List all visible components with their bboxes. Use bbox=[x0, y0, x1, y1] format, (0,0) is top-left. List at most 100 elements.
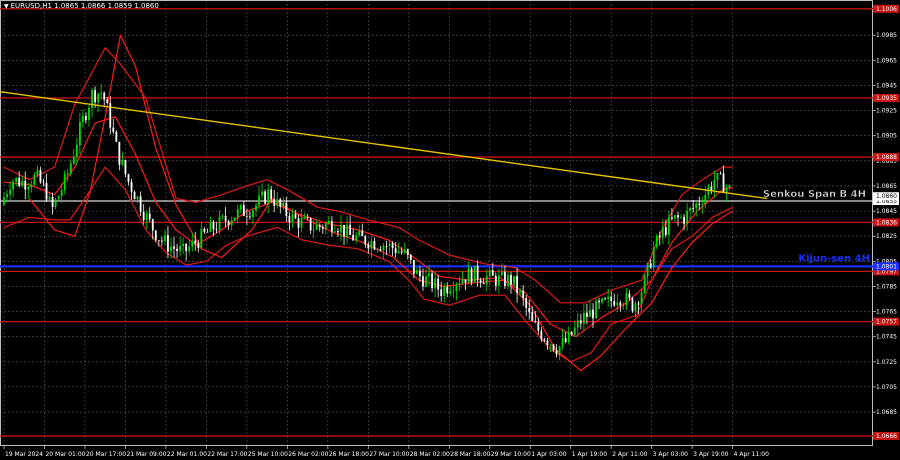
collapse-triangle-icon[interactable]: ▼ bbox=[4, 3, 9, 10]
candle-body bbox=[206, 231, 209, 233]
candle-body bbox=[497, 275, 500, 286]
candle-body bbox=[674, 215, 676, 219]
candle-body bbox=[479, 280, 482, 283]
candle-body bbox=[719, 173, 722, 174]
candle-body bbox=[276, 199, 279, 206]
candle-body bbox=[115, 131, 118, 142]
candle-body bbox=[30, 184, 33, 188]
candle-body bbox=[589, 309, 591, 317]
candle-body bbox=[655, 235, 658, 248]
candle-body bbox=[595, 300, 597, 319]
candle-body bbox=[546, 340, 549, 346]
candle-body bbox=[45, 182, 48, 200]
candle-body bbox=[625, 293, 628, 306]
candle-body bbox=[136, 196, 139, 200]
candle-body bbox=[422, 276, 424, 287]
candle-body bbox=[704, 194, 707, 205]
candle-body bbox=[440, 289, 443, 297]
time-axis[interactable] bbox=[0, 446, 873, 460]
candle-body bbox=[88, 107, 90, 120]
candle-body bbox=[48, 196, 51, 200]
candle-body bbox=[224, 215, 227, 222]
candle-body bbox=[367, 244, 370, 249]
candle-body bbox=[661, 227, 664, 238]
candle-body bbox=[652, 247, 655, 268]
candle-body bbox=[516, 276, 518, 293]
kijun-label: Kijun-sen 4H bbox=[798, 253, 870, 264]
candle-body bbox=[576, 320, 579, 328]
candle-body bbox=[185, 243, 188, 252]
candle-body bbox=[692, 207, 695, 209]
price-chart[interactable]: Senkou Span B 4HKijun-sen 4H1.09851.0965… bbox=[0, 0, 900, 460]
candle-body bbox=[142, 211, 145, 220]
candle-body bbox=[355, 235, 358, 241]
candle-body bbox=[182, 243, 185, 246]
candle-body bbox=[340, 224, 342, 233]
candle-body bbox=[415, 270, 418, 274]
candle-body bbox=[540, 330, 543, 340]
candle-body bbox=[528, 307, 531, 313]
candle-body bbox=[504, 271, 506, 286]
candle-body bbox=[537, 322, 540, 331]
candle-body bbox=[455, 284, 458, 291]
candle-body bbox=[21, 180, 24, 186]
candle-body bbox=[428, 273, 430, 277]
price-axis[interactable] bbox=[873, 0, 900, 446]
candle-body bbox=[391, 243, 394, 249]
candle-body bbox=[69, 163, 72, 174]
candle-body bbox=[613, 301, 616, 306]
candle-body bbox=[75, 145, 78, 157]
trading-terminal: Senkou Span B 4H Kijun-sen 4H 1.0985 1.0965… bbox=[0, 0, 900, 460]
candle-body bbox=[273, 199, 276, 206]
candle-body bbox=[318, 224, 321, 227]
candle-body bbox=[482, 282, 485, 285]
candle-body bbox=[658, 235, 661, 238]
candle-body bbox=[242, 205, 245, 216]
candle-body bbox=[82, 115, 84, 123]
candle-body bbox=[346, 224, 348, 237]
candle-body bbox=[376, 249, 379, 251]
candle-body bbox=[72, 156, 75, 164]
candle-body bbox=[494, 275, 497, 286]
symbol-quote: EURUSD,H1 1.0865 1.0866 1.0859 1.0860 bbox=[10, 2, 159, 10]
candle-body bbox=[79, 122, 81, 146]
candle-body bbox=[15, 177, 18, 182]
candle-body bbox=[488, 270, 491, 277]
candle-body bbox=[403, 249, 406, 253]
candle-body bbox=[470, 268, 473, 283]
candle-body bbox=[6, 194, 8, 198]
candle-body bbox=[531, 312, 534, 321]
candle-body bbox=[245, 215, 248, 217]
candle-body bbox=[628, 293, 631, 298]
candle-body bbox=[382, 246, 385, 251]
candle-body bbox=[239, 205, 242, 210]
candle-body bbox=[449, 291, 452, 294]
candle-body bbox=[671, 217, 673, 219]
candle-body bbox=[616, 302, 619, 306]
candle-body bbox=[9, 189, 11, 195]
candle-body bbox=[249, 216, 251, 218]
candle-body bbox=[164, 235, 166, 241]
candle-body bbox=[291, 213, 294, 223]
candle-body bbox=[409, 254, 412, 260]
candle-body bbox=[610, 296, 613, 302]
candle-body bbox=[604, 298, 607, 300]
candle-body bbox=[561, 338, 564, 347]
candle-body bbox=[227, 221, 230, 226]
candle-body bbox=[200, 228, 203, 248]
candle-body bbox=[218, 216, 221, 231]
candle-body bbox=[106, 99, 109, 104]
candle-body bbox=[145, 213, 148, 220]
candle-body bbox=[279, 199, 282, 207]
candle-body bbox=[112, 127, 115, 132]
candle-body bbox=[54, 199, 57, 207]
candle-body bbox=[698, 203, 701, 205]
candle-body bbox=[39, 170, 42, 183]
candle-body bbox=[582, 312, 585, 324]
candle-body bbox=[24, 180, 27, 190]
candle-body bbox=[309, 217, 312, 231]
candle-body bbox=[400, 251, 403, 253]
candle-body bbox=[543, 339, 546, 341]
candle-body bbox=[434, 278, 437, 289]
candle-body bbox=[233, 217, 236, 221]
